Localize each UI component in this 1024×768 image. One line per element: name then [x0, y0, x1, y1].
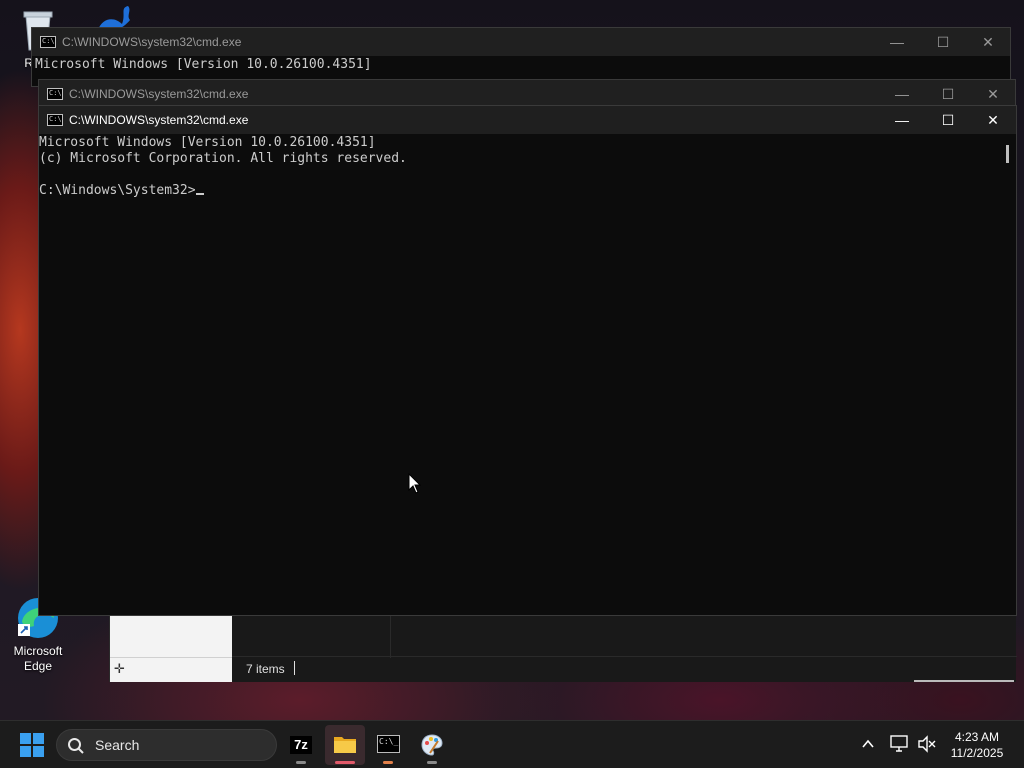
cmd-console[interactable]: Microsoft Windows [Version 10.0.26100.43…	[39, 135, 1016, 615]
taskbar-app-file-explorer[interactable]	[325, 725, 365, 765]
console-line: (c) Microsoft Corporation. All rights re…	[39, 151, 407, 166]
console-line: Microsoft Windows [Version 10.0.26100.43…	[35, 57, 372, 72]
minimize-button[interactable]: —	[874, 28, 920, 56]
search-icon	[68, 738, 84, 754]
taskbar-running-indicator	[427, 761, 437, 764]
paint-palette-icon	[421, 734, 443, 756]
text-cursor	[195, 193, 204, 195]
explorer-status-left	[110, 658, 232, 682]
windows-logo-icon	[20, 733, 44, 757]
desktop-icon-label: Microsoft Edge	[13, 644, 63, 673]
folder-icon	[334, 737, 356, 753]
close-button[interactable]: ✕	[970, 80, 1016, 108]
minimize-button[interactable]: —	[879, 80, 925, 108]
close-button[interactable]: ✕	[970, 106, 1016, 134]
chevron-up-icon[interactable]	[861, 738, 875, 750]
console-line: ​	[39, 167, 1016, 183]
taskbar-app-paint[interactable]	[412, 725, 452, 765]
minimize-button[interactable]: —	[879, 106, 925, 134]
taskbar-app-7zip[interactable]: 7z	[281, 725, 321, 765]
cmd-window-back[interactable]: C:\ C:\WINDOWS\system32\cmd.exe — ☐ ✕ Mi…	[31, 27, 1011, 87]
maximize-button[interactable]: ☐	[925, 80, 971, 108]
clock-date: 11/2/2025	[950, 746, 1004, 760]
cmd-app-icon: C:\	[47, 114, 63, 126]
console-prompt: C:\Windows\System32>	[39, 183, 196, 198]
taskbar-running-indicator	[383, 761, 393, 764]
explorer-divider	[390, 614, 391, 658]
console-prompt-line[interactable]: C:\Windows\System32>	[39, 183, 1016, 199]
cmd-titlebar[interactable]: C:\ C:\WINDOWS\system32\cmd.exe — ☐ ✕	[39, 106, 1016, 134]
console-vertical-scrollbar[interactable]	[1000, 135, 1016, 615]
taskbar-running-indicator	[296, 761, 306, 764]
clock-time: 4:23 AM	[954, 730, 1000, 744]
search-label: Search	[95, 737, 140, 753]
cmd-titlebar[interactable]: C:\ C:\WINDOWS\system32\cmd.exe — ☐ ✕	[39, 80, 1015, 108]
maximize-button[interactable]: ☐	[925, 106, 971, 134]
explorer-status-items: 7 items	[246, 662, 285, 676]
cmd-app-icon: C:\	[47, 88, 63, 100]
start-button[interactable]	[12, 725, 52, 765]
cmd-icon: C:\_	[377, 735, 400, 753]
cmd-window-active[interactable]: C:\ C:\WINDOWS\system32\cmd.exe — ☐ ✕ Mi…	[38, 105, 1017, 616]
close-button[interactable]: ✕	[965, 28, 1011, 56]
taskbar-search-box[interactable]: Search	[56, 729, 277, 761]
file-explorer-window[interactable]: ✛ 7 items	[109, 614, 1017, 682]
taskbar: Search 7z C:\_ 4:23 AM 11/2/2025	[0, 720, 1024, 768]
explorer-status-separator	[294, 661, 295, 675]
7zip-icon: 7z	[290, 736, 312, 754]
mouse-pointer-icon	[408, 473, 422, 494]
taskbar-app-command-prompt[interactable]: C:\_	[368, 725, 408, 765]
cmd-app-icon: C:\	[40, 36, 56, 48]
explorer-nav-pane	[110, 614, 232, 658]
cmd-window-title: C:\WINDOWS\system32\cmd.exe	[62, 35, 242, 49]
taskbar-clock[interactable]: 4:23 AM 11/2/2025	[942, 729, 1012, 761]
cmd-window-title: C:\WINDOWS\system32\cmd.exe	[69, 113, 249, 127]
scrollbar-thumb[interactable]	[1006, 145, 1009, 163]
cmd-window-title: C:\WINDOWS\system32\cmd.exe	[69, 87, 249, 101]
console-line: Microsoft Windows [Version 10.0.26100.43…	[39, 135, 376, 150]
explorer-horizontal-scrollbar[interactable]	[914, 680, 1014, 682]
volume-muted-icon[interactable]	[917, 735, 937, 753]
maximize-button[interactable]: ☐	[920, 28, 966, 56]
taskbar-running-indicator	[335, 761, 355, 764]
explorer-divider	[232, 656, 1017, 657]
cmd-titlebar[interactable]: C:\ C:\WINDOWS\system32\cmd.exe — ☐ ✕	[32, 28, 1010, 56]
move-icon[interactable]: ✛	[114, 662, 125, 675]
network-icon[interactable]	[890, 735, 910, 753]
